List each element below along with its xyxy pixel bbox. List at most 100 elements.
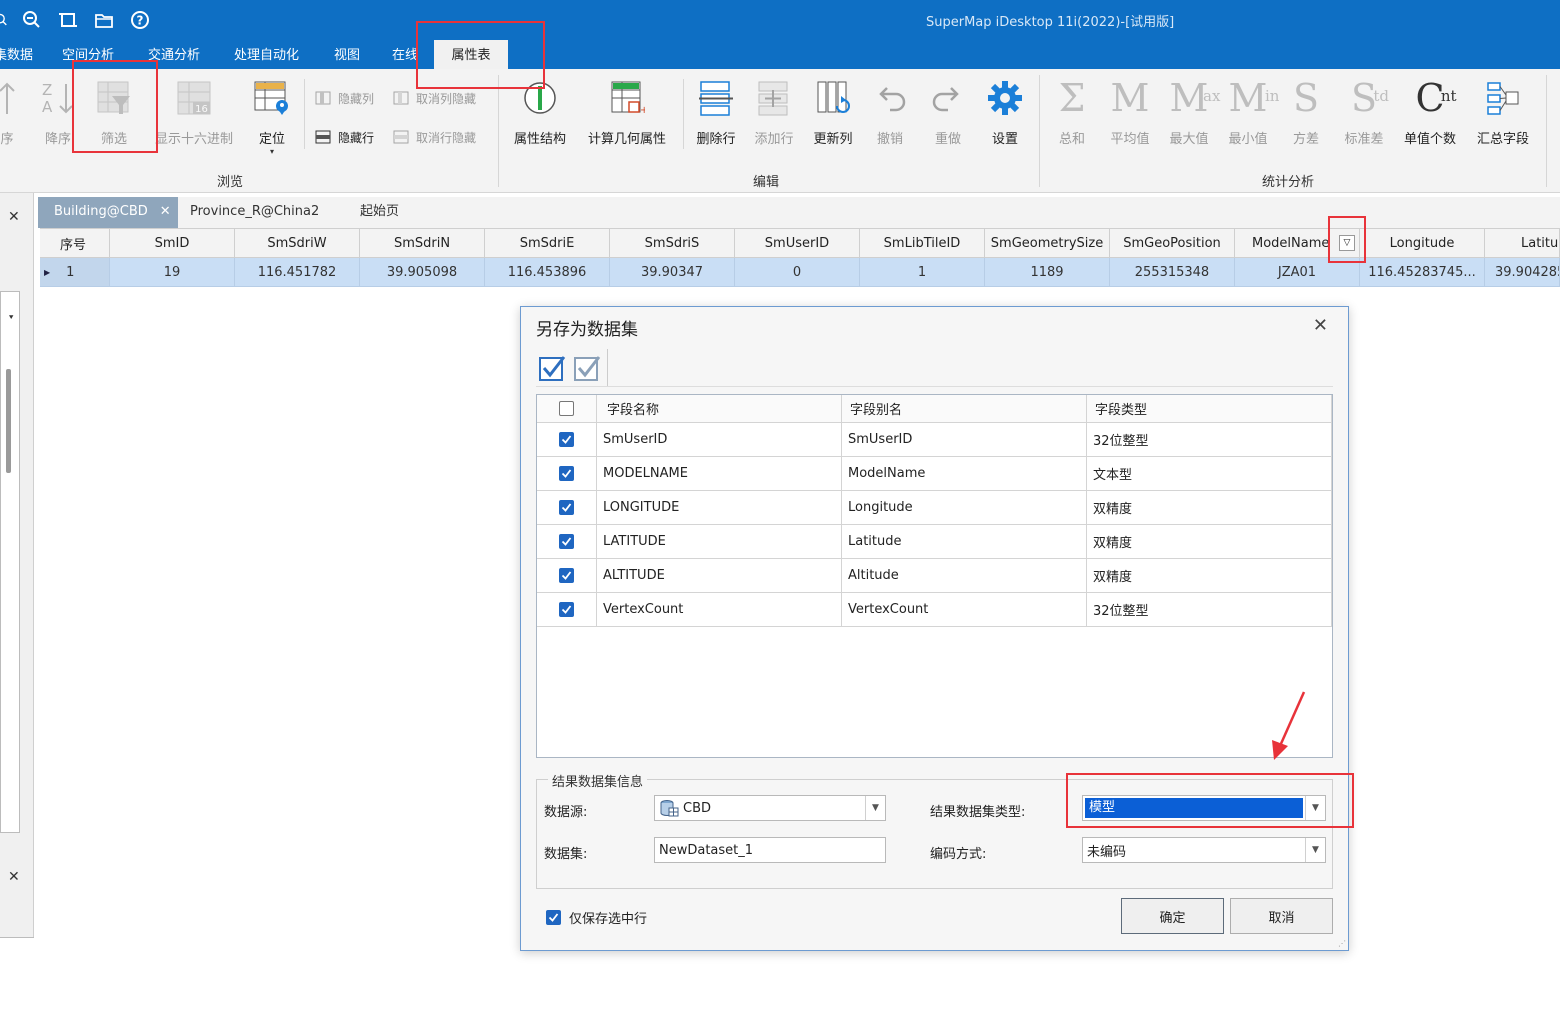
chevron-down-icon[interactable]: ▼ — [865, 796, 885, 820]
field-checkbox[interactable] — [559, 500, 574, 515]
field-type[interactable]: 32位整型 — [1087, 423, 1332, 456]
column-header[interactable]: SmSdriE — [485, 229, 610, 257]
field-checkbox[interactable] — [559, 568, 574, 583]
table-cell[interactable]: 19 — [110, 258, 235, 286]
field-type[interactable]: 双精度 — [1087, 559, 1332, 592]
ok-button[interactable]: 确定 — [1121, 898, 1224, 934]
column-header[interactable]: SmGeometrySize — [985, 229, 1110, 257]
show-hex-button[interactable]: 16 显示十六进制 — [150, 77, 238, 157]
list-item[interactable]: LONGITUDE Longitude 双精度 — [537, 491, 1332, 525]
select-all-checkbox[interactable] — [559, 401, 574, 416]
field-name[interactable]: ALTITUDE — [597, 559, 842, 592]
field-type[interactable]: 双精度 — [1087, 525, 1332, 558]
table-cell[interactable]: 1 — [860, 258, 985, 286]
table-cell[interactable]: 39.904285 — [1485, 258, 1560, 286]
field-type[interactable]: 32位整型 — [1087, 593, 1332, 626]
close-icon[interactable]: ✕ — [8, 869, 20, 885]
variance-button[interactable]: S 方差 — [1288, 77, 1324, 157]
update-column-button[interactable]: 更新列 — [810, 77, 856, 157]
settings-button[interactable]: 设置 — [985, 77, 1025, 157]
unhide-row-button[interactable]: 取消行隐藏 — [392, 126, 476, 148]
hide-row-button[interactable]: 隐藏行 — [314, 126, 374, 148]
table-cell[interactable]: 116.453896 — [485, 258, 610, 286]
select-all-icon[interactable] — [538, 354, 566, 382]
undo-button[interactable]: 撤销 — [870, 77, 910, 157]
chevron-down-icon[interactable]: ▼ — [1305, 796, 1325, 820]
invert-selection-icon[interactable] — [573, 354, 601, 382]
column-header[interactable]: SmID — [110, 229, 235, 257]
tab-online[interactable]: 在线 — [392, 40, 418, 69]
table-cell[interactable]: 116.45283745... — [1360, 258, 1485, 286]
doc-tab-province[interactable]: Province_R@China2 — [174, 197, 334, 228]
close-icon[interactable]: ✕ — [160, 204, 171, 219]
tab-view[interactable]: 视图 — [334, 40, 360, 69]
encoding-select[interactable]: 未编码 ▼ — [1082, 837, 1326, 863]
list-item[interactable]: SmUserID SmUserID 32位整型 — [537, 423, 1332, 457]
column-header[interactable]: SmUserID — [735, 229, 860, 257]
field-checkbox[interactable] — [559, 466, 574, 481]
list-item[interactable]: ALTITUDE Altitude 双精度 — [537, 559, 1332, 593]
field-checkbox[interactable] — [559, 602, 574, 617]
attribute-table[interactable]: 序号 SmID SmSdriW SmSdriN SmSdriE SmSdriS … — [40, 228, 1560, 288]
filter-button[interactable]: 筛选 — [92, 77, 136, 157]
table-cell[interactable]: 0 — [735, 258, 860, 286]
calc-geometry-button[interactable]: + 计算几何属性 — [584, 77, 670, 157]
field-alias[interactable]: Longitude — [842, 491, 1087, 524]
checkbox[interactable] — [546, 910, 561, 925]
table-cell[interactable]: 255315348 — [1110, 258, 1235, 286]
dataset-name-input[interactable]: NewDataset_1 — [654, 837, 886, 863]
field-checkbox[interactable] — [559, 432, 574, 447]
tab-traffic-analysis[interactable]: 交通分析 — [148, 40, 200, 69]
table-cell[interactable]: 1189 — [985, 258, 1110, 286]
field-name[interactable]: MODELNAME — [597, 457, 842, 490]
field-type[interactable]: 双精度 — [1087, 491, 1332, 524]
table-cell[interactable]: 116.451782 — [235, 258, 360, 286]
locate-dropdown-icon[interactable]: ▾ — [270, 147, 274, 156]
folder-open-icon[interactable] — [86, 8, 122, 32]
column-header[interactable]: SmGeoPosition — [1110, 229, 1235, 257]
column-header[interactable]: Latitu — [1485, 229, 1560, 257]
field-checkbox[interactable] — [559, 534, 574, 549]
column-header-modelname[interactable]: ModelName ▽ — [1235, 229, 1360, 257]
field-alias[interactable]: ModelName — [842, 457, 1087, 490]
datasource-select[interactable]: CBD ▼ — [654, 795, 886, 821]
column-header[interactable]: SmSdriW — [235, 229, 360, 257]
column-header[interactable]: 字段别名 — [842, 395, 1087, 422]
full-extent-icon[interactable] — [50, 8, 86, 32]
filter-dropdown-icon[interactable]: ▽ — [1339, 235, 1355, 251]
field-type[interactable]: 文本型 — [1087, 457, 1332, 490]
close-icon[interactable]: ✕ — [8, 209, 20, 225]
max-button[interactable]: Max 最大值 — [1166, 77, 1220, 157]
field-name[interactable]: LATITUDE — [597, 525, 842, 558]
add-row-button[interactable]: 添加行 — [752, 77, 796, 157]
table-cell[interactable]: 39.905098 — [360, 258, 485, 286]
sum-button[interactable]: Σ 总和 — [1052, 77, 1092, 157]
tab-attribute-table[interactable]: 属性表 — [434, 40, 508, 69]
delete-row-button[interactable]: 删除行 — [694, 77, 738, 157]
column-header[interactable]: SmSdriS — [610, 229, 735, 257]
field-alias[interactable]: VertexCount — [842, 593, 1087, 626]
doc-tab-building-cbd[interactable]: Building@CBD ✕ — [38, 197, 178, 228]
unhide-column-button[interactable]: 取消列隐藏 — [392, 87, 476, 109]
tab-data[interactable]: 集数据 — [0, 40, 33, 69]
field-alias[interactable]: Latitude — [842, 525, 1087, 558]
doc-tab-start-page[interactable]: 起始页 — [344, 197, 424, 228]
table-cell[interactable]: JZA01 — [1235, 258, 1360, 286]
column-header[interactable]: 序号 — [40, 229, 110, 257]
hide-column-button[interactable]: 隐藏列 — [314, 87, 374, 109]
field-alias[interactable]: SmUserID — [842, 423, 1087, 456]
chevron-down-icon[interactable]: ⯆ — [8, 313, 14, 323]
attribute-structure-button[interactable]: 属性结构 — [510, 77, 570, 157]
table-row[interactable]: ▶ 1 19 116.451782 39.905098 116.453896 39… — [40, 258, 1560, 287]
field-name[interactable]: LONGITUDE — [597, 491, 842, 524]
cancel-button[interactable]: 取消 — [1230, 898, 1333, 934]
sort-ascending-button[interactable]: 序 — [0, 77, 22, 157]
field-alias[interactable]: Altitude — [842, 559, 1087, 592]
unique-count-button[interactable]: Cnt 单值个数 — [1400, 77, 1460, 157]
list-item[interactable]: MODELNAME ModelName 文本型 — [537, 457, 1332, 491]
tab-spatial-analysis[interactable]: 空间分析 — [62, 40, 114, 69]
search-icon[interactable] — [0, 8, 14, 32]
column-header[interactable]: 字段类型 — [1087, 395, 1332, 422]
chevron-down-icon[interactable]: ▼ — [1305, 838, 1325, 862]
help-icon[interactable]: ? — [122, 8, 158, 32]
